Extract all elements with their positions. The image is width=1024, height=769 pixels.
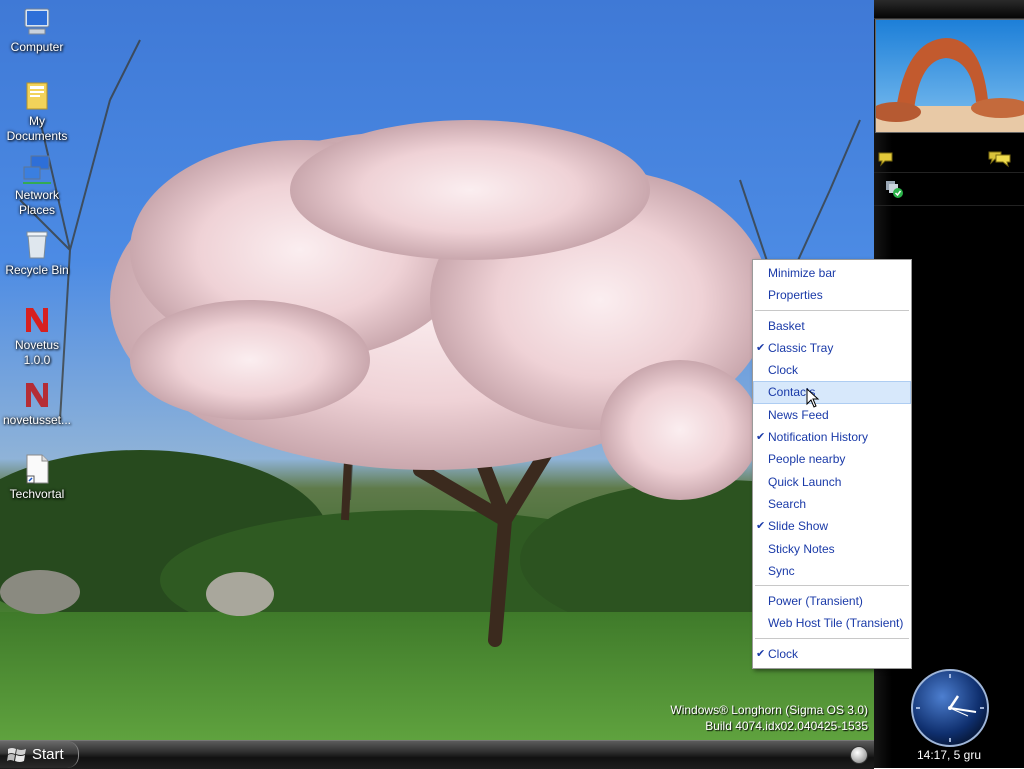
desktop-icon-network-places[interactable]: Network Places — [0, 154, 74, 218]
menu-item-label: Power (Transient) — [768, 594, 863, 609]
recycle-bin-icon — [26, 231, 48, 259]
slideshow-tile[interactable] — [875, 19, 1024, 133]
network-places-icon — [23, 155, 51, 184]
menu-item-sync[interactable]: Sync — [753, 560, 911, 582]
desktop-icon-my-documents[interactable]: My Documents — [0, 80, 74, 144]
windows-flag-icon — [7, 748, 26, 762]
menu-item-minimize-bar[interactable]: Minimize bar — [753, 262, 911, 284]
novetus-icon — [26, 308, 48, 332]
desktop-icon-label: novetusset... — [2, 413, 72, 427]
clock-time-date: 14:17, 5 gru — [916, 748, 982, 762]
checkmark-icon: ✔ — [756, 431, 766, 444]
taskbar[interactable]: Start — [0, 740, 874, 769]
desktop-icon-label: Novetus 1.0.0 — [14, 338, 60, 367]
menu-item-slide-show[interactable]: ✔ Slide Show — [753, 515, 911, 537]
desktop-icon-recycle-bin[interactable]: Recycle Bin — [0, 229, 74, 278]
clock-tile[interactable]: 14:17, 5 gru — [874, 666, 1024, 768]
menu-item-search[interactable]: Search — [753, 493, 911, 515]
menu-item-label: News Feed — [768, 407, 829, 422]
menu-item-people-nearby[interactable]: People nearby — [753, 448, 911, 470]
menu-item-label: Classic Tray — [768, 340, 834, 355]
desktop-icon-novetus[interactable]: Novetus 1.0.0 — [0, 304, 74, 368]
menu-item-label: Minimize bar — [768, 266, 837, 280]
watermark-os-line: Windows® Longhorn (Sigma OS 3.0) — [670, 703, 868, 717]
menu-item-label: Clock — [768, 363, 799, 378]
menu-separator — [755, 309, 909, 311]
novetus-setup-icon — [26, 383, 48, 407]
notification-history-tile[interactable] — [874, 172, 1024, 206]
desktop-icon-label: Recycle Bin — [5, 263, 69, 277]
menu-item-sticky-notes[interactable]: Sticky Notes — [753, 538, 911, 560]
speech-bubble-icon — [878, 152, 893, 167]
desktop[interactable]: Computer My Documents Network Places Rec… — [0, 0, 874, 740]
contacts-tile[interactable] — [874, 147, 1024, 171]
menu-item-label: Properties — [768, 288, 823, 303]
document-shortcut-icon — [26, 454, 49, 484]
desktop-icon-label: My Documents — [6, 114, 68, 143]
sidebar-header[interactable] — [874, 0, 1024, 19]
menu-separator — [755, 585, 909, 587]
menu-item-power-transient[interactable]: Power (Transient) — [753, 590, 911, 612]
menu-item-contacts[interactable]: Contacts — [753, 381, 911, 404]
desktop-icon-computer[interactable]: Computer — [0, 6, 74, 55]
security-check-icon — [886, 181, 903, 198]
chat-bubbles-icon[interactable] — [988, 150, 1012, 168]
menu-item-notification-history[interactable]: ✔ Notification History — [753, 426, 911, 448]
menu-item-label: Quick Launch — [768, 474, 842, 489]
desktop-icon-novetus-setup[interactable]: novetusset... — [0, 379, 74, 428]
menu-item-quick-launch[interactable]: Quick Launch — [753, 471, 911, 493]
menu-item-classic-tray[interactable]: ✔ Classic Tray — [753, 337, 911, 359]
menu-item-clock[interactable]: ✔ Clock — [753, 643, 911, 665]
start-button[interactable]: Start — [0, 741, 79, 768]
watermark-build-line: Build 4074.idx02.040425-1535 — [705, 719, 868, 733]
menu-item-label: Search — [768, 496, 807, 511]
wallpaper-image — [0, 39, 874, 740]
menu-item-label: People nearby — [768, 452, 846, 467]
menu-item-label: Notification History — [768, 430, 869, 445]
desktop-icon-label: Network Places — [14, 188, 59, 217]
menu-item-web-host-tile-transient[interactable]: Web Host Tile (Transient) — [753, 612, 911, 634]
menu-item-label: Slide Show — [768, 519, 829, 534]
analog-clock-icon — [911, 669, 989, 747]
folder-documents-icon — [26, 82, 48, 110]
checkmark-icon: ✔ — [756, 341, 766, 354]
sidebar-toggle-orb[interactable] — [850, 746, 868, 764]
desktop-icon-techvortal[interactable]: Techvortal — [0, 453, 74, 502]
menu-item-label: Sync — [768, 563, 795, 578]
menu-item-label: Basket — [768, 318, 805, 333]
checkmark-icon: ✔ — [756, 520, 766, 533]
menu-separator — [755, 637, 909, 639]
computer-icon — [24, 8, 50, 35]
menu-item-properties[interactable]: Properties — [753, 284, 911, 306]
menu-item-label: Web Host Tile (Transient) — [768, 616, 904, 631]
menu-item-basket[interactable]: Basket — [753, 315, 911, 337]
menu-item-label: Clock — [768, 646, 799, 661]
menu-item-news-feed[interactable]: News Feed — [753, 404, 911, 426]
slideshow-image — [876, 20, 1024, 132]
mouse-pointer-icon — [806, 388, 820, 408]
menu-item-clock[interactable]: Clock — [753, 359, 911, 381]
sidebar-context-menu[interactable]: Minimize bar Properties Basket ✔ Classic Tra… — [752, 259, 912, 670]
menu-item-label: Sticky Notes — [768, 541, 835, 556]
start-label: Start — [32, 746, 64, 763]
build-watermark: Windows® Longhorn (Sigma OS 3.0) Build 4… — [670, 702, 868, 734]
desktop-icon-label: Techvortal — [9, 487, 65, 501]
desktop-icon-label: Computer — [10, 40, 64, 54]
checkmark-icon: ✔ — [756, 647, 766, 660]
